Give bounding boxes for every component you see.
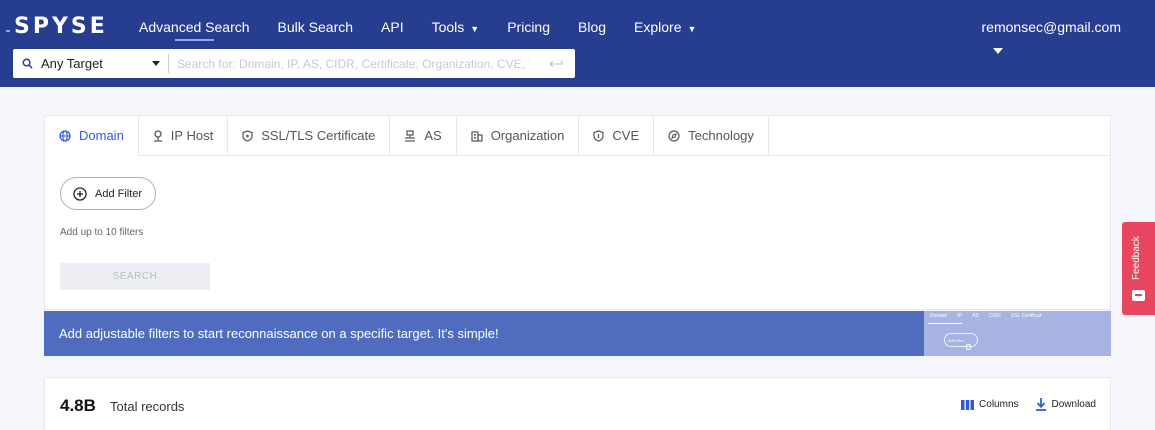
- nav-pricing[interactable]: Pricing: [507, 19, 550, 35]
- tab-domain[interactable]: Domain: [45, 116, 139, 156]
- logo-accent: [6, 30, 10, 32]
- download-button[interactable]: Download: [1035, 398, 1096, 411]
- preview-tab-as: AS: [971, 313, 979, 319]
- globe-icon: [59, 129, 71, 142]
- records-actions: Columns Download: [945, 398, 1096, 411]
- nav-explore[interactable]: Explore ▼: [634, 19, 696, 35]
- dropdown-arrow-icon: [152, 61, 160, 66]
- columns-label: Columns: [979, 399, 1019, 410]
- target-type-select[interactable]: Any Target: [41, 54, 169, 73]
- columns-icon: [961, 399, 975, 410]
- network-icon: [404, 129, 416, 142]
- nav-tools-label: Tools: [431, 19, 465, 35]
- search-button[interactable]: SEARCH: [60, 263, 210, 290]
- download-icon: [1035, 398, 1047, 411]
- tabs-divider: [754, 155, 1110, 156]
- total-records-count: 4.8B: [60, 396, 96, 415]
- total-records-label: Total records: [110, 399, 185, 414]
- tab-technology[interactable]: Technology: [654, 116, 769, 156]
- enter-icon[interactable]: [537, 59, 575, 69]
- top-header: SPYSE Advanced Search Bulk Search API To…: [0, 0, 1155, 87]
- nav-advanced-search-label: Advanced Search: [139, 19, 250, 35]
- shield-icon: [242, 129, 253, 142]
- tab-technology-label: Technology: [688, 128, 754, 143]
- nav-pricing-label: Pricing: [507, 19, 550, 35]
- search-icon: [13, 58, 41, 69]
- preview-tab-domain: Domain: [930, 313, 948, 319]
- nav-advanced-search[interactable]: Advanced Search: [139, 19, 250, 41]
- nav-blog[interactable]: Blog: [578, 19, 606, 35]
- preview-tabs: Domain IP AS CIDR SSL Certificat: [930, 313, 1041, 319]
- tab-ssl-certificate[interactable]: SSL/TLS Certificate: [228, 116, 391, 156]
- shield-icon: [593, 129, 605, 142]
- nav-blog-label: Blog: [578, 19, 607, 35]
- feedback-icon: [1132, 290, 1145, 301]
- tab-ip-host-label: IP Host: [170, 128, 214, 143]
- feedback-label: Feedback: [1131, 236, 1142, 280]
- entity-tabs: Domain IP Host SSL/TLS Certificate AS Or…: [45, 116, 769, 156]
- banner-preview-image: Domain IP AS CIDR SSL Certificat Add fil…: [924, 311, 1111, 356]
- filter-hint: Add up to 10 filters: [60, 227, 144, 238]
- tab-cve-label: CVE: [612, 128, 640, 143]
- tab-organization[interactable]: Organization: [456, 116, 580, 156]
- records-card: 4.8B Total records Columns Download: [44, 377, 1111, 430]
- user-menu-caret-icon[interactable]: [993, 48, 1003, 54]
- nav-bulk-search-label: Bulk Search: [277, 19, 354, 35]
- user-email[interactable]: remonsec@gmail.com: [982, 19, 1121, 35]
- nav-explore-label: Explore: [634, 19, 682, 35]
- nav-tools[interactable]: Tools ▼: [432, 19, 480, 35]
- building-icon: [471, 130, 483, 142]
- columns-button[interactable]: Columns: [961, 399, 1019, 410]
- main-nav: Advanced Search Bulk Search API Tools ▼ P…: [139, 19, 724, 41]
- nav-bulk-search[interactable]: Bulk Search: [278, 19, 353, 35]
- plus-circle-icon: [73, 186, 87, 201]
- nav-api[interactable]: API: [381, 19, 404, 35]
- banner-text: Add adjustable filters to start reconnai…: [59, 326, 499, 341]
- cursor-icon: [966, 344, 971, 350]
- add-filter-label: Add Filter: [95, 187, 143, 200]
- tab-cve[interactable]: CVE: [579, 116, 655, 156]
- pin-icon: [153, 129, 163, 142]
- target-type-value: Any Target: [41, 56, 103, 71]
- feedback-tab[interactable]: Feedback: [1122, 222, 1155, 315]
- preview-tab-cidr: CIDR: [988, 313, 1001, 319]
- filter-card: Domain IP Host SSL/TLS Certificate AS Or…: [44, 115, 1111, 310]
- chevron-down-icon: ▼: [470, 24, 480, 34]
- spyse-logo[interactable]: SPYSE: [14, 14, 108, 39]
- tab-domain-label: Domain: [79, 128, 124, 143]
- preview-tab-ip: IP: [957, 313, 962, 319]
- add-filter-button[interactable]: Add Filter: [60, 177, 156, 210]
- tab-ip-host[interactable]: IP Host: [138, 116, 229, 156]
- preview-tab-ssl: SSL Certificat: [1010, 313, 1042, 319]
- search-input[interactable]: [169, 56, 537, 71]
- tab-as-label: AS: [424, 128, 442, 143]
- download-label: Download: [1051, 399, 1096, 410]
- preview-active-line: [928, 323, 962, 324]
- info-banner: Add adjustable filters to start reconnai…: [44, 311, 1111, 356]
- tab-organization-label: Organization: [490, 128, 565, 143]
- compass-icon: [668, 129, 680, 142]
- chevron-down-icon: ▼: [687, 24, 697, 34]
- global-search-bar: Any Target: [13, 49, 575, 78]
- tab-as[interactable]: AS: [390, 116, 457, 156]
- nav-api-label: API: [381, 19, 404, 35]
- preview-add-filter: Add filter: [944, 333, 978, 347]
- tab-ssl-certificate-label: SSL/TLS Certificate: [261, 128, 376, 143]
